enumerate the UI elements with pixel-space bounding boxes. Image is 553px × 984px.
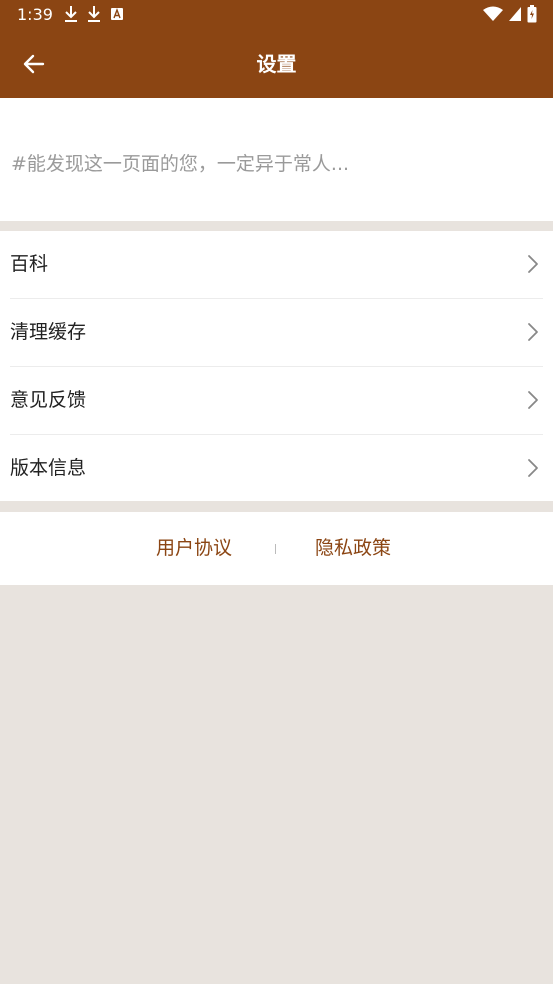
menu-item-encyclopedia[interactable]: 百科	[10, 231, 543, 299]
link-divider	[275, 544, 276, 554]
arrow-left-icon	[23, 54, 45, 74]
tagline-section: #能发现这一页面的您，一定异于常人...	[0, 98, 553, 221]
menu-item-label: 意见反馈	[10, 389, 87, 411]
battery-icon	[527, 5, 537, 23]
menu-item-clear-cache[interactable]: 清理缓存	[10, 299, 543, 367]
chevron-right-icon	[528, 323, 538, 341]
back-button[interactable]	[14, 44, 54, 84]
wifi-icon	[483, 6, 503, 21]
footer-links: 用户协议 隐私政策	[0, 512, 553, 585]
tagline-text: #能发现这一页面的您，一定异于常人...	[11, 153, 350, 175]
chevron-right-icon	[528, 255, 538, 273]
menu-item-label: 版本信息	[10, 457, 87, 479]
menu-item-label: 百科	[10, 253, 49, 275]
chevron-right-icon	[528, 391, 538, 409]
status-system-icons	[483, 5, 537, 23]
chevron-right-icon	[528, 459, 538, 477]
privacy-policy-link[interactable]: 隐私政策	[315, 512, 391, 585]
status-bar: 1:39	[0, 0, 553, 30]
menu-item-version-info[interactable]: 版本信息	[10, 435, 543, 502]
signal-icon	[509, 7, 521, 21]
user-agreement-link[interactable]: 用户协议	[156, 512, 232, 585]
settings-menu: 百科 清理缓存 意见反馈 版本信息	[0, 231, 553, 501]
menu-item-label: 清理缓存	[10, 321, 87, 343]
download-icon	[88, 6, 100, 22]
menu-item-feedback[interactable]: 意见反馈	[10, 367, 543, 435]
download-icon	[65, 6, 77, 22]
text-a-icon	[111, 8, 123, 20]
page-title: 设置	[256, 52, 297, 76]
app-bar: 设置	[0, 30, 553, 98]
status-notification-icons	[64, 5, 124, 23]
status-time: 1:39	[17, 5, 53, 24]
